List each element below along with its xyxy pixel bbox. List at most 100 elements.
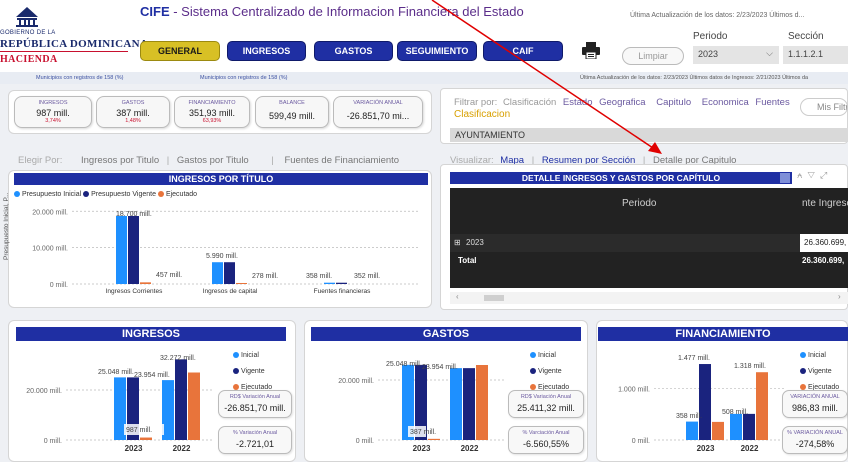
bar-presupuesto-inicial[interactable] (324, 282, 335, 284)
strip-municipios-1: Municipios con registros de 158 (%) (36, 75, 124, 81)
matrix-empty-area (450, 270, 848, 288)
matrix-row-2023[interactable]: ⊞ 2023 26.360.699, (450, 234, 848, 252)
tab-fuentes-financiamiento[interactable]: Fuentes de Financiamiento (284, 155, 399, 166)
financiamiento-chart: 1.000 mill. 0 mill. 2023 2022 1.477 mill. 358… (618, 355, 784, 453)
filter-selected-item[interactable]: AYUNTAMIENTO (450, 128, 848, 142)
card-ingresos-kpi2[interactable]: % Variación Anual -2.721,01 (218, 426, 292, 454)
nav-seguimiento-button[interactable]: SEGUIMIENTO (397, 41, 477, 61)
detalle-matrix: Periodo nte Ingreso ⊞ 2023 26.360.699, T… (450, 188, 848, 288)
bar-vigente[interactable] (463, 368, 475, 440)
kpi-title: % Varciación Anual (522, 430, 570, 436)
clear-filters-button[interactable]: Limpiar (622, 47, 684, 65)
card-gastos-kpi1[interactable]: RD$ Variación Anual 25.411,32 mill. (508, 390, 584, 418)
logo-text-hacienda: HACIENDA (0, 54, 58, 65)
periodo-select[interactable]: 2023 ⌵ (693, 46, 779, 64)
bar-ejecutado[interactable] (236, 282, 247, 284)
card-financiamiento-header: FINANCIAMIENTO (598, 327, 848, 341)
data-label: 23.954 mill. (134, 372, 170, 379)
x-category-label: Ingresos Corrientes (106, 288, 163, 295)
data-label: 352 mill. (354, 273, 380, 280)
bar-ejecutado[interactable] (188, 372, 200, 441)
kpi-value: 986,83 mill. (791, 403, 839, 413)
card-ingresos-kpi1[interactable]: RD$ Variación Anual -26.851,70 mill. (218, 390, 292, 418)
bar-ejecutado[interactable] (140, 282, 151, 284)
kpi-variacion-anual[interactable]: VARIACIÓN ANUAL -26.851,70 mi... (333, 96, 423, 128)
data-label: 457 mill. (156, 272, 182, 279)
kpi-title: VARIACIÓN ANUAL (790, 394, 840, 400)
bar-ejecutado[interactable] (140, 437, 152, 440)
expand-icon[interactable]: ⊞ (454, 238, 461, 247)
bar-ejecutado[interactable] (712, 421, 724, 440)
seccion-label: Sección (788, 31, 824, 42)
y-tick-label: 0 mill. (44, 438, 62, 445)
bar-vigente[interactable] (699, 364, 711, 440)
x-category-label: 2022 (741, 444, 759, 453)
bar-presupuesto-vigente[interactable] (128, 216, 139, 284)
nav-caif-button[interactable]: CAIF (483, 41, 563, 61)
data-label: 25.048 mill. (98, 369, 134, 376)
matrix-col-periodo[interactable]: Periodo (622, 198, 656, 209)
bar-vigente[interactable] (743, 413, 755, 440)
ingresos-titulo-ylabel: Presupuesto Inicial, P... (3, 192, 10, 260)
filter-option-fuentes[interactable]: Fuentes (755, 97, 789, 108)
y-tick-label: 20.000 mill. (26, 388, 62, 395)
left-tabs: Elegir Por: Ingresos por Titulo | Gastos… (18, 155, 400, 166)
logo-text-republica: REPÚBLICA DOMINICANA (0, 38, 149, 50)
strip-last-update: Última Actualización de los datos: 2/23/… (580, 75, 809, 81)
bar-presupuesto-vigente[interactable] (336, 282, 347, 284)
kpi-title: GASTOS (121, 100, 145, 106)
bar-vigente[interactable] (175, 359, 187, 440)
coat-of-arms-icon (16, 7, 38, 27)
legend-dot-vigente (233, 368, 239, 375)
kpi-title: INGRESOS (38, 100, 68, 106)
bar-presupuesto-inicial[interactable] (212, 262, 223, 284)
bar-inicial[interactable] (686, 421, 698, 440)
nav-ingresos-button[interactable]: INGRESOS (227, 41, 306, 61)
kpi-pct: 63,93% (202, 118, 222, 124)
kpi-value: 25.411,32 mill. (517, 403, 575, 413)
card-financiamiento-kpi1[interactable]: VARIACIÓN ANUAL 986,83 mill. (782, 390, 848, 418)
bar-ejecutado[interactable] (756, 372, 768, 440)
filter-option-economica[interactable]: Economica (702, 97, 749, 108)
bar-presupuesto-inicial[interactable] (116, 216, 127, 284)
matrix-col-ingresos[interactable]: nte Ingreso (802, 198, 848, 209)
visual-header-icons[interactable]: ⍲▽⤢ (797, 170, 832, 181)
bar-ejecutado[interactable] (476, 365, 488, 440)
scroll-left-icon[interactable]: ‹ (456, 292, 459, 301)
tab-ingresos-por-titulo[interactable]: Ingresos por Titulo (81, 155, 159, 166)
bar-ejecutado[interactable] (428, 438, 440, 440)
scroll-right-icon[interactable]: › (838, 292, 841, 301)
mis-filtros-button[interactable]: Mis Filtr (800, 98, 848, 116)
filter-option-estado[interactable]: Estado (563, 97, 593, 108)
bar-inicial[interactable] (730, 413, 742, 440)
horizontal-scrollbar[interactable]: ‹ › (450, 292, 848, 304)
focus-mode-icon[interactable] (780, 173, 790, 183)
x-category-label: Ingresos de capital (203, 288, 258, 295)
filter-option-clasificacion[interactable]: Clasificación (503, 97, 556, 108)
filter-active-clasificacion[interactable]: Clasificacion (454, 109, 510, 120)
nav-gastos-button[interactable]: GASTOS (314, 41, 393, 61)
card-gastos-kpi2[interactable]: % Varciación Anual -6.560,55% (508, 426, 584, 454)
bar-inicial[interactable] (450, 368, 462, 440)
logo-text-gobierno: GOBIERNO DE LA (0, 30, 56, 36)
seccion-select[interactable]: 1.1.1.2.1 (783, 46, 848, 64)
bar-presupuesto-vigente[interactable] (224, 262, 235, 284)
legend-label: Ejecutado (165, 191, 198, 198)
kpi-gastos[interactable]: GASTOS 387 mill. 1,48% (96, 96, 170, 128)
kpi-pct: 3,74% (45, 118, 61, 124)
card-financiamiento-kpi2[interactable]: % VARIACIÓN ANUAL -274,58% (782, 426, 848, 454)
app-brand: CIFE (140, 4, 170, 19)
data-label: 32.272 mill. (160, 355, 196, 362)
kpi-balance[interactable]: BALANCE 599,49 mill. (255, 96, 329, 128)
kpi-ingresos[interactable]: INGRESOS 987 mill. 3,74% (14, 96, 92, 128)
scrollbar-thumb[interactable] (484, 295, 504, 301)
data-label: 387 mill. (410, 429, 436, 436)
last-update-text: Última Actualización de los datos: 2/23/… (630, 12, 805, 19)
tab-gastos-por-titulo[interactable]: Gastos por Titulo (177, 155, 249, 166)
kpi-financiamiento[interactable]: FINANCIAMIENTO 351,93 mill. 63,93% (174, 96, 250, 128)
nav-general-button[interactable]: GENERAL (140, 41, 220, 61)
printer-icon[interactable] (582, 42, 600, 59)
filter-option-capitulo[interactable]: Capitulo (656, 97, 691, 108)
legend-dot-inicial (530, 352, 536, 359)
filter-option-geografica[interactable]: Geografica (599, 97, 645, 108)
